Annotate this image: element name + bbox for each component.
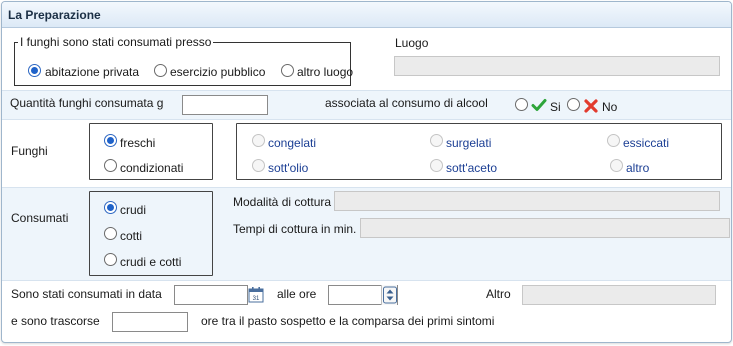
- label-sottaceto: sott'aceto: [446, 161, 497, 175]
- modalita-cottura-label: Modalità di cottura: [233, 195, 332, 209]
- label-crudi-e-cotti: crudi e cotti: [120, 255, 182, 269]
- radio-crudi-e-cotti[interactable]: [104, 253, 117, 266]
- funghi-label: Funghi: [11, 144, 48, 158]
- altro-input[interactable]: [522, 285, 716, 305]
- tempi-cottura-label: Tempi di cottura in min.: [233, 222, 357, 236]
- radio-cotti[interactable]: [104, 227, 117, 240]
- label-alcool-si: Si: [550, 100, 561, 114]
- quantita-label: Quantità funghi consumata g: [10, 96, 164, 110]
- radio-essiccati[interactable]: [607, 134, 620, 147]
- radio-alcool-no[interactable]: [567, 98, 580, 111]
- panel-title: La Preparazione: [8, 8, 101, 22]
- consumati-label: Consumati: [11, 211, 69, 225]
- label-esercizio-pubblico: esercizio pubblico: [170, 65, 266, 79]
- data-label: Sono stati consumati in data: [11, 287, 162, 301]
- tempi-cottura-input[interactable]: [360, 218, 730, 238]
- data-input[interactable]: [174, 285, 248, 305]
- radio-sottolio[interactable]: [252, 159, 265, 172]
- radio-abitazione-privata[interactable]: [28, 64, 41, 77]
- calendar-icon[interactable]: 31: [247, 285, 265, 305]
- radio-sottaceto[interactable]: [430, 159, 443, 172]
- consumo-legend: I funghi sono stati consumati presso: [18, 35, 214, 49]
- label-tipo-altro: altro: [626, 161, 650, 175]
- label-abitazione-privata: abitazione privata: [45, 65, 140, 79]
- label-altro-luogo: altro luogo: [297, 65, 354, 79]
- radio-congelati[interactable]: [252, 134, 265, 147]
- radio-freschi[interactable]: [104, 134, 117, 147]
- radio-surgelati[interactable]: [430, 134, 443, 147]
- radio-condizionati[interactable]: [104, 159, 117, 172]
- luogo-label: Luogo: [395, 36, 429, 50]
- label-freschi: freschi: [120, 136, 156, 150]
- cross-icon: [583, 98, 599, 114]
- luogo-input[interactable]: [394, 56, 720, 76]
- label-condizionati: condizionati: [120, 161, 184, 175]
- label-cotti: cotti: [120, 229, 143, 243]
- alcool-label: associata al consumo di alcool: [325, 96, 488, 110]
- radio-esercizio-pubblico[interactable]: [154, 64, 167, 77]
- radio-crudi[interactable]: [104, 201, 117, 214]
- modalita-cottura-input[interactable]: [334, 191, 720, 211]
- radio-altro-luogo[interactable]: [281, 64, 294, 77]
- radio-alcool-si[interactable]: [515, 98, 528, 111]
- ore-tra-label: ore tra il pasto sospetto e la comparsa …: [201, 314, 495, 328]
- label-alcool-no: No: [602, 100, 618, 114]
- spinner-icon[interactable]: [381, 285, 397, 305]
- quantita-input[interactable]: [182, 95, 268, 115]
- label-congelati: congelati: [268, 136, 317, 150]
- ore-label: alle ore: [277, 287, 317, 301]
- label-sottolio: sott'olio: [268, 161, 309, 175]
- svg-text:31: 31: [253, 296, 260, 302]
- check-icon: [531, 97, 547, 113]
- ore-trascorse-input[interactable]: [112, 312, 188, 332]
- preparazione-panel: La Preparazione I funghi sono stati cons…: [1, 1, 732, 343]
- label-crudi: crudi: [120, 203, 147, 217]
- label-surgelati: surgelati: [446, 136, 492, 150]
- label-essiccati: essiccati: [623, 136, 670, 150]
- trascorse-label: e sono trascorse: [11, 314, 100, 328]
- panel-header: La Preparazione: [2, 2, 731, 28]
- altro-label: Altro: [486, 287, 511, 301]
- radio-tipo-altro[interactable]: [610, 159, 623, 172]
